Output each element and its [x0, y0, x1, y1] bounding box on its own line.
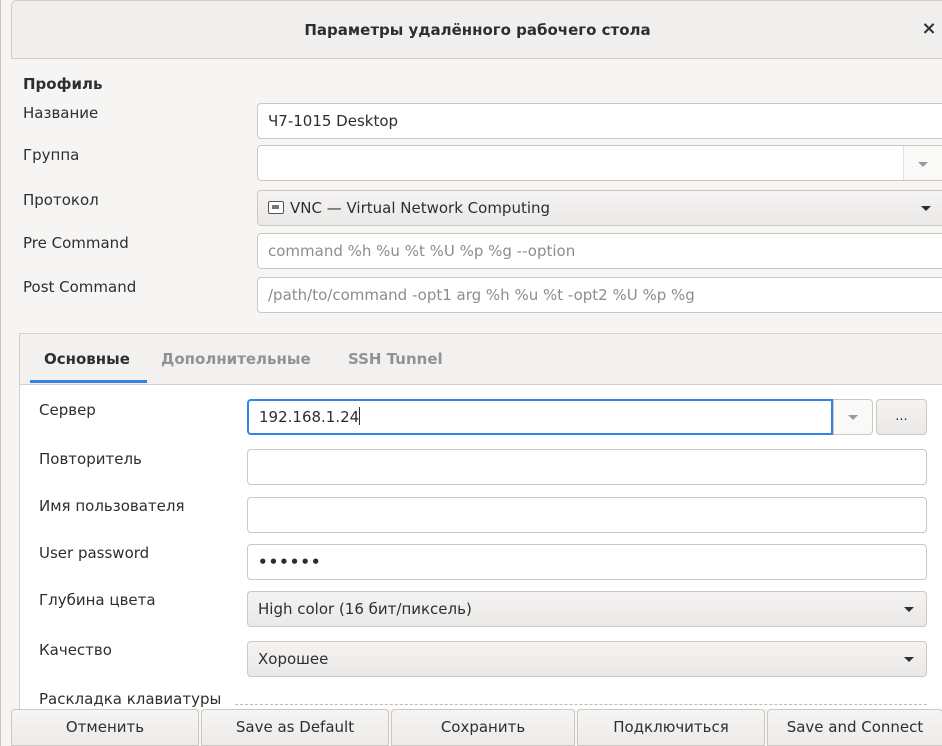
repeater-input[interactable] — [247, 449, 927, 485]
tab-bar: Основные Дополнительные SSH Tunnel — [20, 334, 942, 385]
chevron-down-icon — [904, 607, 914, 612]
group-label: Группа — [23, 146, 80, 164]
tab-advanced[interactable]: Дополнительные — [161, 350, 311, 368]
password-label: User password — [39, 544, 150, 562]
titlebar: Параметры удалённого рабочего стола × — [11, 0, 942, 59]
chevron-down-icon — [848, 415, 858, 420]
chevron-down-icon — [904, 657, 914, 662]
save-button[interactable]: Сохранить — [391, 709, 575, 746]
cancel-button[interactable]: Отменить — [11, 709, 199, 746]
save-and-connect-button[interactable]: Save and Connect — [767, 709, 942, 746]
profile-section-title: Профиль — [23, 75, 103, 93]
username-input[interactable] — [247, 497, 927, 533]
text-cursor — [359, 407, 361, 425]
tab-ssh-tunnel[interactable]: SSH Tunnel — [348, 350, 443, 368]
chevron-down-icon — [921, 206, 931, 211]
precommand-label: Pre Command — [23, 234, 129, 252]
group-input[interactable] — [257, 145, 903, 181]
active-tab-indicator — [30, 380, 147, 383]
repeater-label: Повторитель — [39, 450, 142, 468]
password-input[interactable]: •••••• — [247, 544, 927, 580]
window-title: Параметры удалённого рабочего стола — [304, 21, 651, 39]
postcommand-input[interactable]: /path/to/command -opt1 arg %h %u %t -opt… — [257, 277, 942, 313]
protocol-value: VNC — Virtual Network Computing — [290, 199, 551, 217]
postcommand-label: Post Command — [23, 278, 137, 296]
close-icon[interactable]: × — [919, 17, 939, 41]
precommand-input[interactable]: command %h %u %t %U %p %g --option — [257, 233, 942, 269]
protocol-label: Протокол — [23, 191, 99, 209]
color-depth-value: High color (16 бит/пиксель) — [258, 600, 472, 618]
username-label: Имя пользователя — [39, 497, 185, 515]
dialog-content: Профиль Название Ч7-1015 Desktop Группа … — [11, 59, 942, 714]
color-depth-label: Глубина цвета — [39, 591, 156, 609]
quality-label: Качество — [39, 641, 112, 659]
connect-button[interactable]: Подключиться — [577, 709, 765, 746]
vnc-plugin-icon — [268, 201, 284, 214]
group-dropdown-button[interactable] — [903, 145, 942, 181]
protocol-select[interactable]: VNC — Virtual Network Computing — [257, 190, 942, 226]
settings-notebook: Основные Дополнительные SSH Tunnel Серве… — [19, 333, 942, 714]
name-label: Название — [23, 104, 99, 122]
quality-value: Хорошее — [258, 650, 329, 668]
keyboard-layout-label: Раскладка клавиатуры — [39, 690, 222, 708]
quality-select[interactable]: Хорошее — [247, 641, 927, 677]
server-value: 192.168.1.24 — [259, 408, 360, 426]
server-browse-button[interactable]: ... — [876, 399, 927, 435]
remote-desktop-preferences-window: Параметры удалённого рабочего стола × Пр… — [0, 0, 942, 746]
name-input[interactable]: Ч7-1015 Desktop — [257, 103, 942, 139]
dialog-action-bar: Отменить Save as Default Сохранить Подкл… — [11, 709, 942, 746]
save-as-default-button[interactable]: Save as Default — [201, 709, 389, 746]
chevron-down-icon — [918, 162, 928, 167]
server-history-dropdown[interactable] — [833, 399, 873, 435]
color-depth-select[interactable]: High color (16 бит/пиксель) — [247, 591, 927, 627]
server-input[interactable]: 192.168.1.24 — [247, 399, 833, 435]
tab-basic[interactable]: Основные — [44, 350, 130, 368]
server-label: Сервер — [39, 401, 96, 419]
